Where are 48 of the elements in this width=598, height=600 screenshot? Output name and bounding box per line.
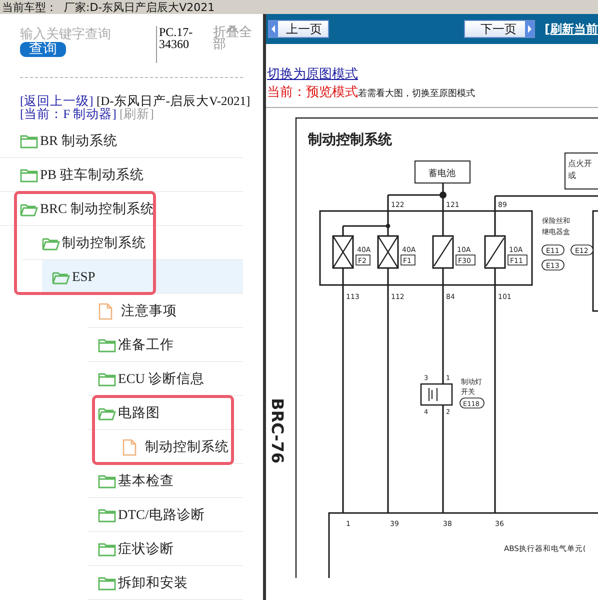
switch-drawing [420, 383, 453, 406]
folder-icon [20, 134, 38, 148]
current-link[interactable]: [当前：F 制动器] [20, 106, 116, 121]
query-button[interactable]: 查询 [20, 42, 66, 57]
fuse-drawing [377, 235, 399, 269]
folder-icon [98, 474, 116, 488]
tree-item[interactable]: 制动控制系统 [122, 438, 229, 456]
open-folder-icon [52, 270, 70, 284]
previous-page-button[interactable]: 上一页 [268, 20, 329, 38]
next-page-button[interactable]: 下一页 [464, 20, 535, 38]
battery-box: 蓄电池 [414, 160, 470, 184]
tree-item[interactable]: 症状诊断 [98, 540, 174, 558]
tree-item[interactable]: 注意事项 [98, 302, 177, 320]
tree-item[interactable]: 电路图 [98, 404, 160, 422]
folder-icon [98, 372, 116, 386]
folder-icon [98, 576, 116, 590]
open-folder-icon [20, 202, 38, 216]
fuse-drawing [332, 235, 354, 269]
tree-item[interactable]: BRC 制动控制系统 [20, 200, 154, 218]
tree-item[interactable]: ECU 诊断信息 [98, 370, 204, 388]
tree-item[interactable]: 拆卸和安装 [98, 574, 188, 592]
ignition-switch-box: 点火开 或 [564, 152, 598, 190]
tree-item[interactable]: 准备工作 [98, 336, 174, 354]
fuse-drawing [484, 235, 506, 269]
path-text: [D-东风日产-启辰大V-2021] [96, 94, 250, 108]
tree-item[interactable]: BR 制动系统 [20, 132, 118, 150]
folder-icon [20, 168, 38, 182]
tree-item[interactable]: PB 驻车制动系统 [20, 166, 144, 184]
diagram-title: 制动控制系统 [308, 132, 392, 148]
folder-icon [98, 338, 116, 352]
back-link[interactable]: [返回上一级] [20, 94, 94, 108]
code-text: PC.17-34360 [156, 26, 213, 63]
folder-icon [98, 508, 116, 522]
tree-item[interactable]: DTC/电路诊断 [98, 506, 205, 524]
document-icon [98, 302, 113, 320]
tree-item[interactable]: ESP [52, 269, 96, 285]
refresh-link[interactable]: [刷新当前 [544, 20, 598, 38]
folder-icon [98, 542, 116, 556]
open-folder-icon [42, 236, 60, 250]
vehicle-info: 当前车型： 厂家:D-东风日产启辰大V2021 [2, 0, 215, 14]
page-label: BRC-76 [268, 398, 287, 464]
tree-item[interactable]: 基本检查 [98, 472, 174, 490]
tree-item[interactable]: 制动控制系统 [42, 234, 146, 252]
fuse-drawing [432, 235, 454, 269]
mode-status: 当前：预览模式若需看大图，切换至原图模式 [267, 83, 476, 101]
open-folder-icon [98, 406, 116, 420]
document-icon [122, 438, 137, 456]
switch-mode-link[interactable]: 切换为原图模式 [267, 65, 598, 83]
